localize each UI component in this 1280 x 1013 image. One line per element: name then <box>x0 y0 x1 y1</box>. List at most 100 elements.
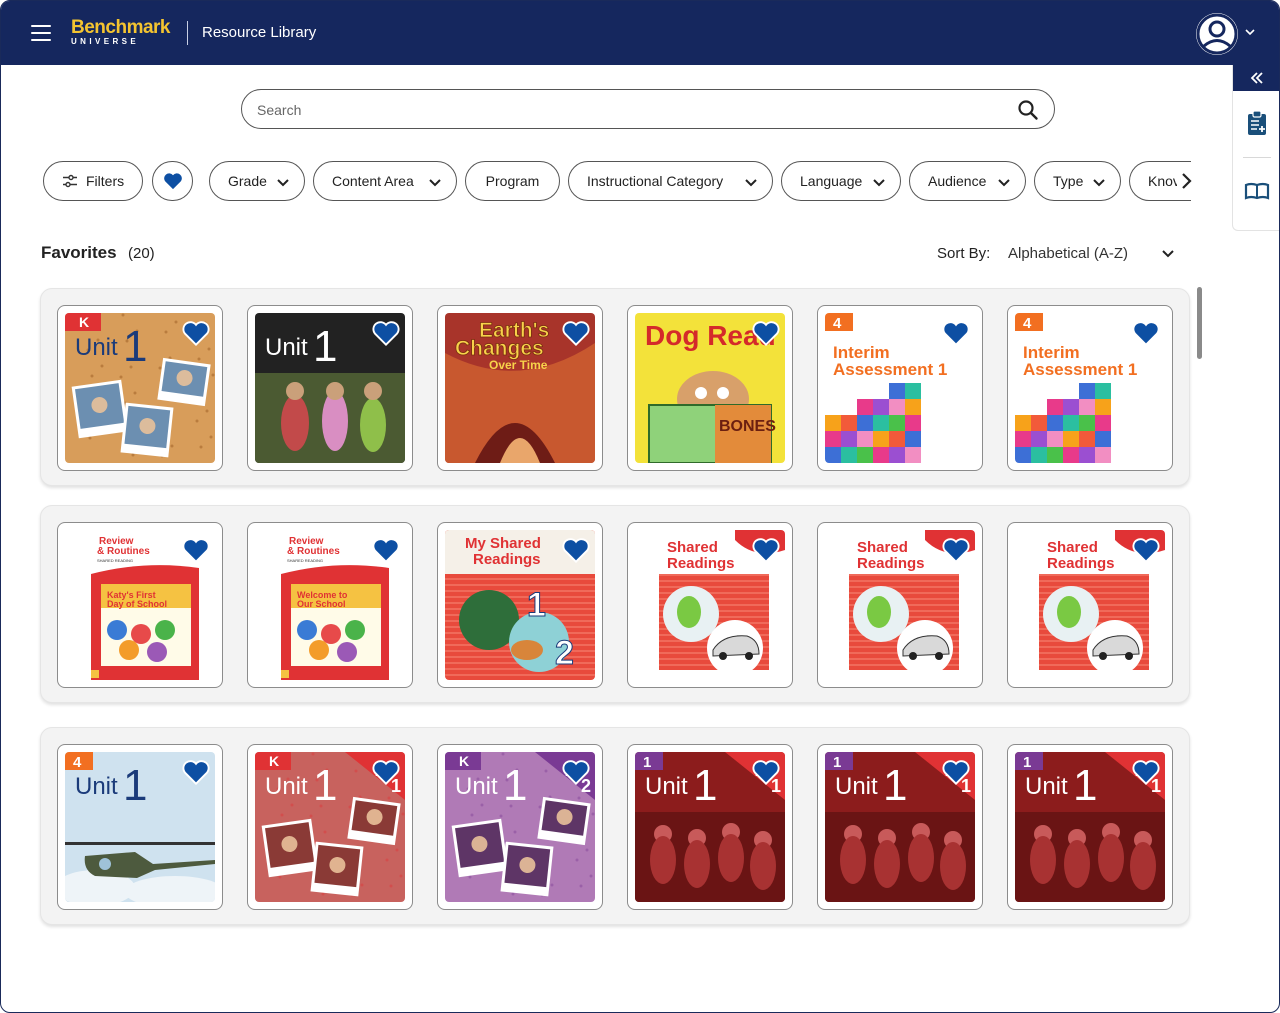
resource-card[interactable]: Unit 1 <box>247 305 413 471</box>
filters-button[interactable]: Filters <box>43 161 143 201</box>
resource-card[interactable]: Shared Readings <box>817 522 983 688</box>
scroll-filters-right-button[interactable] <box>1177 169 1197 193</box>
app-window: Benchmark UNIVERSE Resource Library Sear… <box>0 0 1280 1013</box>
benchmark-logo[interactable]: Benchmark UNIVERSE <box>71 18 175 48</box>
side-rail <box>1232 65 1279 231</box>
svg-text:Unit: Unit <box>75 773 118 800</box>
svg-text:Shared: Shared <box>1047 539 1098 556</box>
resource-card[interactable]: 4 Interim Assessment 1 <box>817 305 983 471</box>
resource-card[interactable]: Shared Readings <box>1007 522 1173 688</box>
favorite-heart-icon[interactable] <box>372 320 400 346</box>
chevron-down-icon[interactable] <box>1244 25 1256 37</box>
resource-card[interactable]: 1Unit1W1 <box>817 744 983 910</box>
favorite-heart-icon[interactable] <box>1132 320 1160 346</box>
resource-card[interactable]: 4 Unit 1 <box>57 744 223 910</box>
chevron-down-icon <box>1093 179 1105 187</box>
resource-card[interactable]: My Shared Readings 1 2 <box>437 522 603 688</box>
resource-card[interactable]: KUnit1W2 <box>437 744 603 910</box>
svg-text:Unit: Unit <box>265 773 308 800</box>
svg-text:Unit: Unit <box>1025 773 1068 800</box>
program-label: Program <box>485 173 540 189</box>
svg-text:Readings: Readings <box>1047 555 1115 572</box>
clipboard-add-icon[interactable] <box>1243 109 1271 137</box>
favorite-heart-icon[interactable] <box>752 320 780 346</box>
favorite-heart-icon[interactable] <box>562 759 590 785</box>
svg-text:Over Time: Over Time <box>489 358 548 372</box>
user-avatar-icon[interactable] <box>1196 13 1238 55</box>
favorite-heart-icon[interactable] <box>1132 759 1160 785</box>
resource-card[interactable]: Dog Read BONES <box>627 305 793 471</box>
resource-card[interactable]: Shared Readings <box>627 522 793 688</box>
favorites-row: K Unit 1 Unit 1 Earth's Changes Over Time Dog Re… <box>40 288 1190 486</box>
logo-top-text: Benchmark <box>71 17 171 38</box>
svg-text:Readings: Readings <box>857 555 925 572</box>
favorite-heart-icon[interactable] <box>942 537 970 563</box>
favorite-heart-icon[interactable] <box>752 759 780 785</box>
grade-dropdown[interactable]: Grade <box>209 161 305 201</box>
language-dropdown[interactable]: Language <box>781 161 901 201</box>
resource-card[interactable]: KUnit1W1 <box>247 744 413 910</box>
favorite-heart-icon[interactable] <box>942 759 970 785</box>
svg-text:Unit: Unit <box>455 773 498 800</box>
grade-badge: K <box>79 314 89 330</box>
search-bar <box>241 89 1055 129</box>
resource-card[interactable]: Review & Routines SHARED READING Welcome to… <box>247 522 413 688</box>
favorite-heart-icon[interactable] <box>562 537 590 563</box>
content-scrollbar[interactable] <box>1197 287 1202 359</box>
rail-divider <box>1243 157 1271 158</box>
chevron-down-icon <box>429 179 441 187</box>
favorites-count: (20) <box>128 245 155 262</box>
svg-text:SHARED READING: SHARED READING <box>97 558 133 563</box>
resource-card[interactable]: 1Unit1W1 <box>1007 744 1173 910</box>
favorite-heart-icon[interactable] <box>942 320 970 346</box>
favorite-heart-icon[interactable] <box>182 537 210 563</box>
type-dropdown[interactable]: Type <box>1034 161 1121 201</box>
favorite-heart-icon[interactable] <box>562 320 590 346</box>
book-open-icon[interactable] <box>1243 177 1271 205</box>
chevron-down-icon <box>745 179 757 187</box>
svg-text:Assessment 1: Assessment 1 <box>1023 360 1137 379</box>
resource-card[interactable]: Review & Routines SHARED READING Katy's Fir… <box>57 522 223 688</box>
svg-text:Unit: Unit <box>265 334 308 361</box>
svg-text:1: 1 <box>883 761 907 810</box>
filters-label: Filters <box>86 173 125 189</box>
favorite-heart-icon[interactable] <box>752 537 780 563</box>
favorites-toggle[interactable] <box>152 161 193 201</box>
resource-card[interactable]: 1Unit1W1 <box>627 744 793 910</box>
audience-dropdown[interactable]: Audience <box>909 161 1026 201</box>
favorite-heart-icon[interactable] <box>372 537 400 563</box>
search-input[interactable] <box>257 99 997 121</box>
svg-text:1: 1 <box>1073 761 1097 810</box>
grade-badge: K <box>269 753 279 769</box>
grade-label: Grade <box>228 173 267 189</box>
svg-text:Unit: Unit <box>835 773 878 800</box>
search-icon[interactable] <box>1016 98 1040 122</box>
knowledge-label: Knov <box>1148 173 1180 189</box>
chevron-down-icon[interactable] <box>1161 246 1175 260</box>
resource-card[interactable]: K Unit 1 <box>57 305 223 471</box>
favorites-row: Review & Routines SHARED READING Katy's Fir… <box>40 505 1190 703</box>
svg-text:1: 1 <box>123 761 147 810</box>
svg-text:1: 1 <box>123 322 147 371</box>
sliders-icon <box>63 174 77 188</box>
favorite-heart-icon[interactable] <box>1132 537 1160 563</box>
svg-text:Unit: Unit <box>75 334 118 361</box>
favorite-heart-icon[interactable] <box>372 759 400 785</box>
favorite-heart-icon[interactable] <box>182 320 210 346</box>
favorite-heart-icon[interactable] <box>182 759 210 785</box>
program-dropdown[interactable]: Program <box>465 161 560 201</box>
svg-text:SHARED READING: SHARED READING <box>287 558 323 563</box>
sort-select[interactable]: Alphabetical (A-Z) <box>1008 245 1128 262</box>
menu-icon[interactable] <box>31 25 51 41</box>
content-area-dropdown[interactable]: Content Area <box>313 161 457 201</box>
resource-card[interactable]: Earth's Changes Over Time <box>437 305 603 471</box>
svg-text:1: 1 <box>1023 754 1031 771</box>
instructional-category-dropdown[interactable]: Instructional Category <box>568 161 773 201</box>
svg-text:& Routines: & Routines <box>97 546 150 557</box>
logo-bottom-text: UNIVERSE <box>71 37 140 46</box>
svg-text:My Shared: My Shared <box>465 535 541 552</box>
language-label: Language <box>800 173 863 189</box>
resource-card[interactable]: 4 Interim Assessment 1 <box>1007 305 1173 471</box>
collapse-rail-button[interactable] <box>1233 65 1279 91</box>
svg-text:Readings: Readings <box>667 555 735 572</box>
